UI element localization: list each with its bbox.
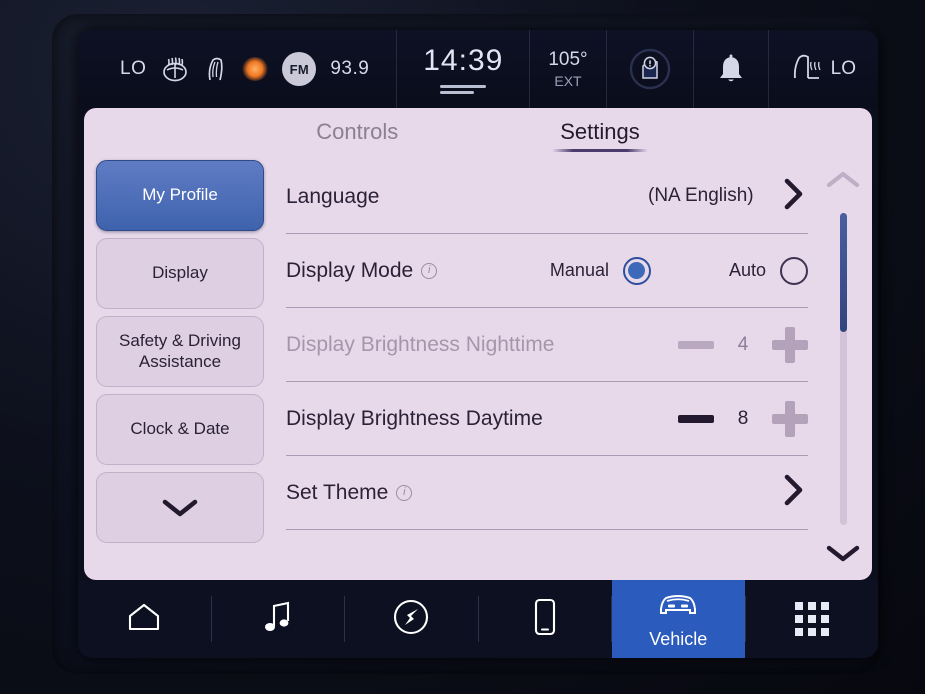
sidebar-scroll-down-button[interactable] [96, 472, 264, 543]
settings-scrollbar[interactable] [814, 160, 872, 580]
row-set-theme[interactable]: Set Theme i [286, 456, 808, 530]
settings-sidebar: My Profile Display Safety & Driving Assi… [84, 160, 270, 580]
exterior-temp-value: 105° [548, 49, 588, 70]
radio-band-badge[interactable]: FM [282, 52, 317, 86]
chevron-down-icon[interactable] [823, 541, 863, 570]
fan-icon[interactable] [204, 56, 228, 82]
status-bar-right-group: 14:39 105° EXT LO [396, 30, 878, 108]
row-set-theme-text: Set Theme [286, 480, 389, 504]
settings-list: Language (NA English) Display Mode i Man… [270, 160, 814, 580]
heated-seat-icon [791, 53, 823, 86]
row-display-brightness-daytime-right: 8 [678, 400, 808, 437]
row-display-mode-right: Manual Auto [549, 256, 808, 285]
panel-body: My Profile Display Safety & Driving Assi… [84, 154, 872, 580]
navigation-icon [392, 598, 430, 641]
radio-frequency-label: 93.9 [330, 58, 370, 79]
row-display-brightness-nighttime-right: 4 [678, 326, 808, 363]
heated-seat-status[interactable]: LO [767, 30, 878, 108]
nav-item-media[interactable] [212, 580, 345, 658]
row-language-right: (NA English) [648, 175, 808, 218]
door-ajar-warning-icon[interactable] [605, 30, 693, 108]
row-display-brightness-daytime-label: Display Brightness Daytime [286, 406, 543, 430]
radio-option-manual-label: Manual [549, 260, 609, 280]
chevron-right-icon[interactable] [778, 175, 808, 218]
plus-icon[interactable] [772, 400, 808, 437]
exterior-temperature: 105° EXT [529, 30, 605, 108]
sidebar-item-clock-date[interactable]: Clock & Date [96, 394, 264, 465]
brightness-nighttime-stepper: 4 [678, 326, 808, 363]
brightness-daytime-stepper: 8 [678, 400, 808, 437]
panel-tabs: Controls Settings [84, 108, 872, 154]
clock-indicator-bars [440, 82, 487, 94]
nav-item-vehicle[interactable]: Vehicle [612, 580, 745, 658]
nav-item-vehicle-label: Vehicle [649, 628, 708, 649]
apps-grid-icon [794, 602, 829, 636]
sidebar-item-display[interactable]: Display [96, 238, 264, 309]
status-bar-left-group: LO FM 93.9 [78, 52, 369, 86]
row-display-brightness-nighttime: Display Brightness Nighttime 4 [286, 308, 808, 382]
rear-defrost-icon[interactable] [160, 56, 190, 82]
radio-auto-indicator[interactable] [780, 256, 808, 285]
brightness-daytime-value: 8 [737, 407, 749, 429]
phone-icon [532, 597, 558, 642]
tab-settings[interactable]: Settings [552, 119, 648, 152]
radio-manual-indicator[interactable] [622, 256, 651, 285]
row-language-label: Language [286, 184, 380, 208]
bottom-nav-bar: Vehicle [78, 580, 878, 658]
row-display-brightness-daytime[interactable]: Display Brightness Daytime 8 [286, 382, 808, 456]
tab-controls[interactable]: Controls [310, 119, 404, 152]
bell-icon[interactable] [692, 30, 768, 108]
radio-option-auto-label: Auto [728, 260, 766, 280]
heated-seat-level-label: LO [830, 58, 856, 79]
car-icon [654, 589, 702, 624]
row-set-theme-right [768, 471, 808, 514]
chevron-down-icon [159, 496, 201, 520]
home-icon [125, 600, 163, 639]
radio-option-manual[interactable]: Manual [549, 256, 651, 285]
scrollbar-track[interactable] [839, 213, 847, 525]
heated-seat-glow-icon [242, 57, 269, 81]
row-language[interactable]: Language (NA English) [286, 160, 808, 234]
nav-item-navigation[interactable] [345, 580, 478, 658]
plus-icon [772, 326, 808, 363]
status-bar: LO FM 93.9 14:39 105° EXT LO [78, 30, 878, 108]
row-display-brightness-nighttime-label: Display Brightness Nighttime [286, 332, 555, 356]
nav-item-home[interactable] [78, 580, 211, 658]
clock[interactable]: 14:39 [396, 30, 529, 108]
brightness-nighttime-value: 4 [737, 333, 749, 355]
scrollbar-thumb[interactable] [839, 213, 847, 332]
row-display-mode[interactable]: Display Mode i Manual Auto [286, 234, 808, 308]
row-set-theme-label: Set Theme i [286, 480, 413, 505]
settings-panel: Controls Settings My Profile Display Saf… [84, 108, 872, 580]
minus-icon [678, 340, 714, 349]
radio-option-auto[interactable]: Auto [728, 256, 808, 285]
climate-left-temp-label: LO [120, 58, 147, 79]
row-display-mode-label: Display Mode i [286, 258, 438, 283]
nav-item-apps[interactable] [746, 580, 879, 658]
chevron-right-icon[interactable] [778, 471, 808, 514]
info-icon[interactable]: i [396, 484, 413, 501]
exterior-temp-label: EXT [554, 73, 582, 89]
music-note-icon [261, 599, 295, 640]
row-language-value: (NA English) [648, 185, 754, 207]
infotainment-screen: LO FM 93.9 14:39 105° EXT LO Controls Se… [78, 30, 878, 658]
minus-icon[interactable] [678, 414, 714, 423]
sidebar-item-safety-driving-assistance[interactable]: Safety & Driving Assistance [96, 316, 264, 387]
info-icon[interactable]: i [421, 262, 438, 279]
row-display-mode-text: Display Mode [286, 258, 414, 282]
chevron-up-icon[interactable] [823, 168, 863, 197]
clock-time: 14:39 [423, 44, 504, 77]
sidebar-item-my-profile[interactable]: My Profile [96, 160, 264, 231]
nav-item-phone[interactable] [479, 580, 612, 658]
